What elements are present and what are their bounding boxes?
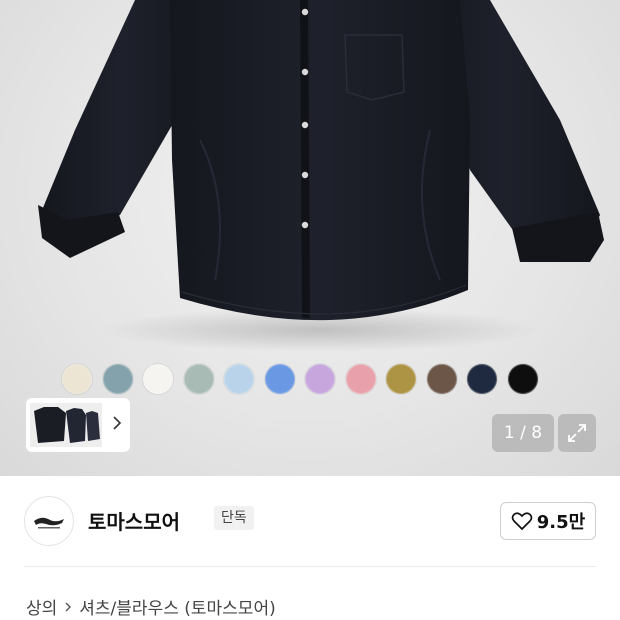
color-swatch-brown[interactable] (426, 364, 457, 394)
color-swatch-white[interactable] (143, 364, 173, 394)
chevron-right-icon (65, 602, 72, 611)
color-swatch-blue[interactable] (264, 364, 295, 394)
brand-name[interactable]: 토마스모어 (88, 506, 180, 535)
breadcrumb-item-category[interactable]: 셔츠/블라우스 (토마스모어) (79, 594, 275, 619)
color-swatch-sage[interactable] (183, 364, 214, 394)
color-swatch-cream[interactable] (62, 364, 92, 394)
color-swatch-light-blue[interactable] (224, 364, 254, 394)
breadcrumb-item-top[interactable]: 상의 (26, 594, 57, 619)
chevron-right-icon[interactable] (110, 413, 124, 433)
color-swatch-olive[interactable] (386, 364, 416, 394)
product-image-gallery[interactable]: 1 / 8 (0, 0, 620, 476)
color-swatch-navy[interactable] (467, 364, 497, 394)
exclusive-badge: 단독 (214, 506, 254, 530)
breadcrumb: 상의 셔츠/블라우스 (토마스모어) (26, 594, 276, 619)
like-button[interactable]: 9.5만 (500, 502, 596, 540)
expand-icon (568, 424, 586, 442)
thumbnail-strip[interactable] (26, 398, 130, 452)
color-swatch-black[interactable] (507, 364, 538, 394)
like-count: 9.5만 (536, 512, 586, 533)
brand-row: 토마스모어 단독 9.5만 (24, 496, 596, 546)
brand-logo-icon (34, 517, 64, 529)
thumbnail-image[interactable] (30, 403, 102, 447)
color-swatch-pink[interactable] (345, 364, 376, 394)
divider (24, 566, 596, 567)
heart-icon (511, 512, 533, 531)
product-photo (38, 0, 604, 352)
image-counter: 1 / 8 (492, 414, 554, 452)
expand-button[interactable] (558, 414, 596, 452)
brand-logo[interactable] (24, 496, 74, 546)
color-swatch-lavender[interactable] (305, 364, 335, 394)
color-swatch-row (62, 364, 538, 394)
color-swatch-slate-blue[interactable] (102, 364, 133, 394)
